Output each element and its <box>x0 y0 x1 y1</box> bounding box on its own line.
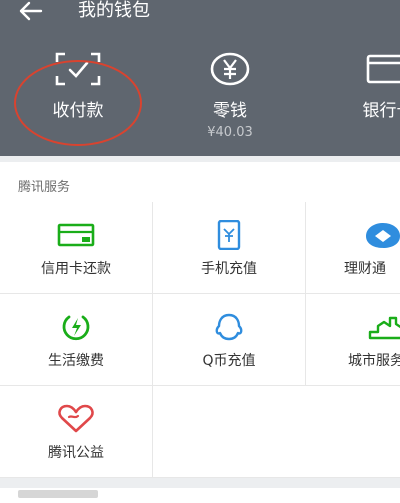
bank-card-button[interactable]: 银行卡 <box>348 52 400 148</box>
change-label: 零钱 <box>213 101 247 121</box>
empty-cell <box>153 386 400 478</box>
service-utility-bill[interactable]: 生活缴费 <box>0 294 153 386</box>
service-city[interactable]: 城市服务 <box>306 294 400 386</box>
city-service-icon <box>368 316 400 340</box>
highlight-circle <box>14 60 142 146</box>
service-label: 腾讯公益 <box>48 445 104 461</box>
wallet-header: 我的钱包 收付款 零钱 ¥40.03 银行卡 <box>0 0 400 156</box>
phone-topup-icon <box>217 220 241 250</box>
service-label: Q币充值 <box>202 353 256 369</box>
service-label: 理财通 <box>344 261 386 277</box>
credit-card-icon <box>57 223 95 247</box>
change-balance: ¥40.03 <box>207 125 253 140</box>
charity-icon <box>58 404 94 433</box>
qcoin-icon <box>215 313 243 341</box>
service-label: 信用卡还款 <box>41 261 111 277</box>
section-header: 腾讯服务 <box>0 162 400 202</box>
next-section-title-partial <box>18 490 98 498</box>
yuan-coin-icon <box>210 52 250 86</box>
utility-bill-icon <box>62 315 90 341</box>
bank-card-icon <box>366 54 400 84</box>
service-credit-card[interactable]: 信用卡还款 <box>0 202 153 294</box>
service-charity[interactable]: 腾讯公益 <box>0 386 153 478</box>
back-arrow-icon[interactable] <box>18 1 44 21</box>
section-title: 腾讯服务 <box>18 180 71 195</box>
service-wealth[interactable]: 理财通 <box>306 202 400 294</box>
page-title: 我的钱包 <box>78 0 150 21</box>
services-grid: 信用卡还款 手机充值 理财通 生活缴费 Q币充值 城市服务 腾讯公益 <box>0 202 400 478</box>
service-label: 城市服务 <box>348 353 400 369</box>
service-qcoin[interactable]: Q币充值 <box>153 294 306 386</box>
top-bar: 我的钱包 <box>0 0 400 24</box>
service-phone-topup[interactable]: 手机充值 <box>153 202 306 294</box>
service-label: 手机充值 <box>201 261 257 277</box>
bank-card-label: 银行卡 <box>362 101 400 121</box>
change-button[interactable]: 零钱 ¥40.03 <box>190 52 270 148</box>
wealth-icon <box>366 223 400 248</box>
service-label: 生活缴费 <box>48 353 104 369</box>
